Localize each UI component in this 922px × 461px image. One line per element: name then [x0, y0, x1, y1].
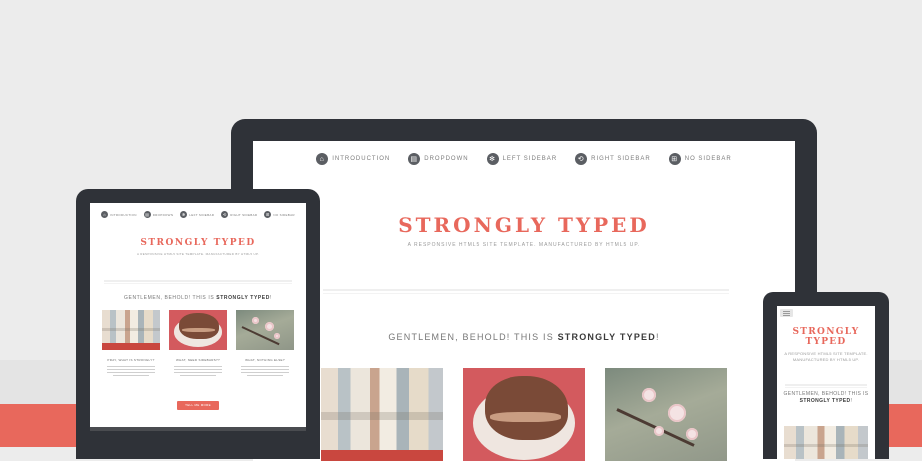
nav-label: NO SIDEBAR: [273, 212, 295, 217]
books-photo[interactable]: [784, 426, 868, 459]
chart-icon: ▤: [408, 153, 421, 165]
nav-item-left-sidebar[interactable]: ✻ LEFT SIDEBAR: [180, 211, 214, 218]
nav-item-no-sidebar[interactable]: ⊞ NO SIDEBAR: [264, 211, 295, 218]
desktop-screen: ⌂ INTRODUCTION ▤ DROPDOWN ✻ LEFT SIDEBAR ⟲ R…: [253, 141, 795, 461]
tablet-nav: ⌂ INTRODUCTION ▤ DROPDOWN ✻ LEFT SIDEBAR ⟲ R…: [90, 211, 306, 218]
nav-label: LEFT SIDEBAR: [502, 156, 558, 162]
books-photo[interactable]: [102, 310, 160, 350]
nav-label: NO SIDEBAR: [684, 156, 732, 162]
headline-emphasis: STRONGLY TYPED: [799, 398, 851, 404]
blossom-photo[interactable]: [236, 310, 294, 350]
banner-headline: GENTLEMEN, BEHOLD! THIS IS STRONGLY TYPE…: [777, 391, 875, 405]
nav-label: INTRODUCTION: [332, 156, 391, 162]
tablet-footer: [90, 427, 306, 431]
feature-texts: [102, 366, 294, 376]
sitemap-icon: ⊞: [264, 211, 272, 218]
blossom-photo[interactable]: [605, 368, 727, 461]
nav-item-right-sidebar[interactable]: ⟲ RIGHT SIDEBAR: [221, 211, 257, 218]
headline-text: GENTLEMEN, BEHOLD! THIS IS: [388, 332, 558, 342]
feature-titles: PRAY, WHAT IS STRONGLY? WHAT, NEED SIDEB…: [102, 358, 294, 362]
feature-title: PRAY, WHAT IS STRONGLY?: [107, 358, 155, 362]
tablet-screen: ⌂ INTRODUCTION ▤ DROPDOWN ✻ LEFT SIDEBAR ⟲ R…: [90, 203, 306, 431]
headline-text: GENTLEMEN, BEHOLD! THIS IS: [124, 295, 217, 301]
cake-photo[interactable]: [463, 368, 585, 461]
home-icon: ⌂: [316, 153, 329, 165]
site-tagline: A RESPONSIVE HTML5 SITE TEMPLATE. MANUFA…: [136, 252, 259, 256]
banner-headline: GENTLEMEN, BEHOLD! THIS IS STRONGLY TYPE…: [253, 332, 795, 342]
nav-item-introduction[interactable]: ⌂ INTRODUCTION: [101, 211, 137, 218]
cake-photo[interactable]: [169, 310, 227, 350]
tell-me-more-button[interactable]: TELL ME MORE: [177, 401, 219, 410]
feature-thumbnails: [784, 426, 868, 459]
feature-title: WHAT, NOTHING ELSE?: [245, 358, 285, 362]
nav-label: RIGHT SIDEBAR: [591, 156, 651, 162]
feature-title: WHAT, NEED SIDEBARS??: [176, 358, 220, 362]
headline-suffix: !: [655, 332, 660, 342]
desktop-nav: ⌂ INTRODUCTION ▤ DROPDOWN ✻ LEFT SIDEBAR ⟲ R…: [253, 153, 795, 165]
feature-thumbnails: [321, 368, 727, 461]
feature-text: [236, 366, 294, 376]
home-icon: ⌂: [101, 211, 109, 218]
headline-emphasis: STRONGLY TYPED: [557, 332, 656, 342]
nav-item-no-sidebar[interactable]: ⊞ NO SIDEBAR: [668, 153, 732, 165]
nav-label: DROPDOWN: [424, 156, 469, 162]
nav-item-introduction[interactable]: ⌂ INTRODUCTION: [316, 153, 390, 165]
nav-label: RIGHT SIDEBAR: [230, 212, 258, 217]
site-logo[interactable]: STRONGLY TYPED: [90, 238, 306, 248]
tablet-device: ⌂ INTRODUCTION ▤ DROPDOWN ✻ LEFT SIDEBAR ⟲ R…: [76, 189, 320, 459]
headline-suffix: !: [269, 295, 272, 301]
feature-text: [102, 366, 160, 376]
menu-toggle-button[interactable]: [780, 309, 793, 317]
feature-thumbnails: [102, 310, 294, 350]
feature-text: [169, 366, 227, 376]
banner-headline: GENTLEMEN, BEHOLD! THIS IS STRONGLY TYPE…: [90, 295, 306, 301]
headline-suffix: !: [850, 398, 853, 404]
retweet-icon: ⟲: [575, 153, 588, 165]
sitemap-icon: ⊞: [668, 153, 681, 165]
nav-item-dropdown[interactable]: ▤ DROPDOWN: [143, 211, 174, 218]
headline-emphasis: STRONGLY TYPED: [216, 295, 270, 301]
divider: [104, 280, 292, 284]
books-photo[interactable]: [321, 368, 443, 461]
nav-item-left-sidebar[interactable]: ✻ LEFT SIDEBAR: [486, 153, 558, 165]
site-logo[interactable]: STRONGLY TYPED: [253, 213, 795, 237]
divider: [323, 289, 729, 294]
site-logo[interactable]: STRONGLY TYPED: [777, 327, 875, 347]
site-tagline: A RESPONSIVE HTML5 SITE TEMPLATE. MANUFA…: [407, 242, 641, 248]
divider: [785, 384, 867, 388]
cog-icon: ✻: [180, 211, 188, 218]
cog-icon: ✻: [486, 153, 499, 165]
retweet-icon: ⟲: [221, 211, 229, 218]
nav-item-right-sidebar[interactable]: ⟲ RIGHT SIDEBAR: [575, 153, 651, 165]
phone-screen: STRONGLY TYPED A RESPONSIVE HTML5 SITE T…: [777, 306, 875, 459]
chart-icon: ▤: [143, 211, 151, 218]
phone-device: STRONGLY TYPED A RESPONSIVE HTML5 SITE T…: [763, 292, 889, 459]
nav-label: LEFT SIDEBAR: [189, 212, 215, 217]
nav-label: DROPDOWN: [152, 212, 174, 217]
nav-label: INTRODUCTION: [110, 212, 137, 217]
nav-item-dropdown[interactable]: ▤ DROPDOWN: [408, 153, 468, 165]
site-tagline: A RESPONSIVE HTML5 SITE TEMPLATE. MANUFA…: [784, 351, 868, 362]
headline-text: GENTLEMEN, BEHOLD! THIS IS: [783, 391, 869, 397]
